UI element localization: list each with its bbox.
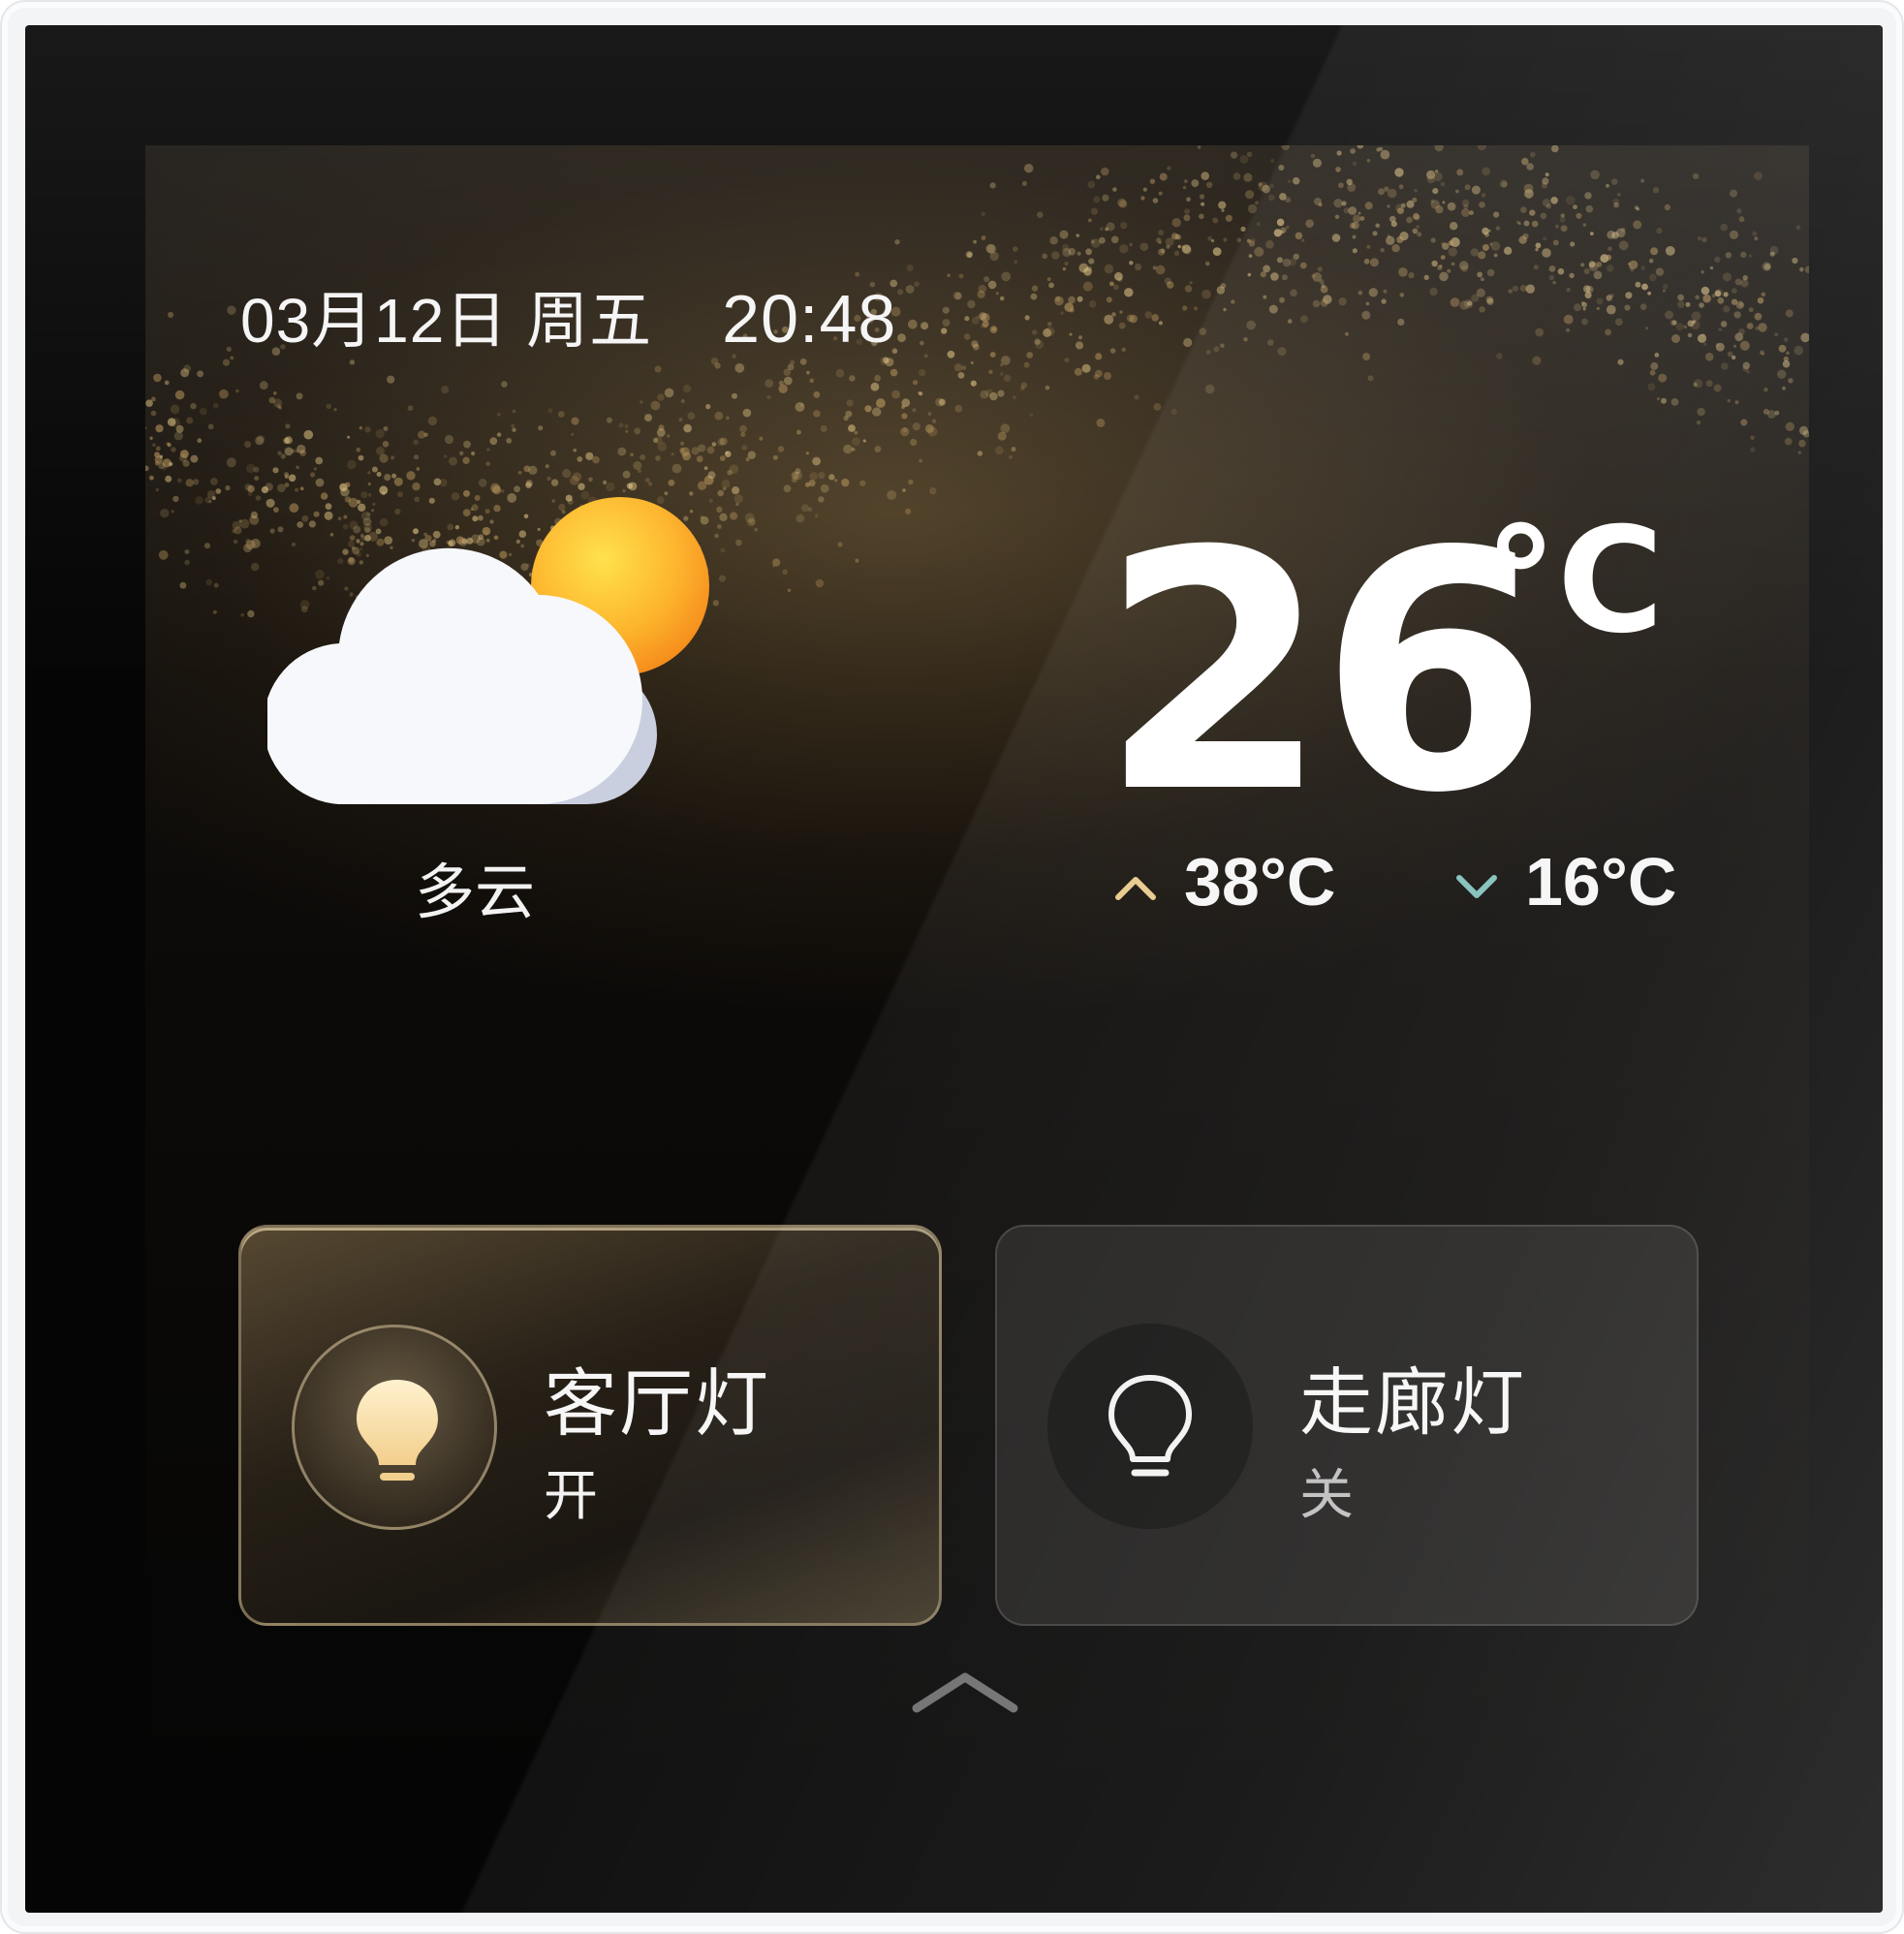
device-name: 客厅灯 [544,1363,770,1446]
device-name: 走廊灯 [1299,1362,1526,1445]
temperature-unit: °C [1484,497,1665,666]
lightbulb-outline-icon [1108,1375,1192,1477]
current-temperature: 26 [1100,482,1548,865]
partly-cloudy-icon [267,497,709,804]
light-toggle-button[interactable] [292,1325,497,1530]
high-temperature-value: 38°C [1184,844,1336,920]
light-toggle-button[interactable] [1047,1324,1253,1529]
low-temperature: 16°C [1455,843,1676,920]
chevron-up-icon[interactable] [911,1669,1019,1714]
device-bezel: 03月12日 周五 20:48 多云 26 °C 38°C 16°C 客厅灯 开… [0,0,1904,1934]
lightbulb-on-icon [357,1380,438,1481]
home-screen: 03月12日 周五 20:48 多云 26 °C 38°C 16°C 客厅灯 开… [145,145,1809,1809]
date-label: 03月12日 周五 [240,286,653,356]
device-state: 开 [544,1465,598,1526]
high-temperature: 38°C [1114,843,1335,920]
date-time-header: 03月12日 周五 20:48 [240,271,896,360]
chevron-up-icon [1115,876,1156,900]
weather-condition: 多云 [415,859,536,926]
device-state: 关 [1299,1464,1354,1525]
chevron-down-icon [1456,874,1497,898]
time-label: 20:48 [722,281,897,357]
display-glass: 03月12日 周五 20:48 多云 26 °C 38°C 16°C 客厅灯 开… [25,25,1883,1913]
device-card-corridor-light[interactable]: 走廊灯 关 [995,1225,1699,1626]
low-temperature-value: 16°C [1525,844,1677,920]
device-card-living-room-light[interactable]: 客厅灯 开 [238,1225,942,1626]
